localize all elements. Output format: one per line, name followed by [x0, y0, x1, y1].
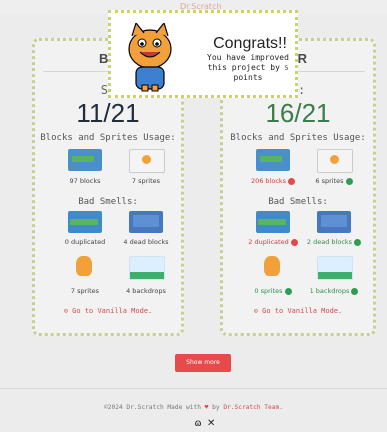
modal-message-line-1: You have improved [207, 53, 289, 62]
social-links: ɷ ✕ [193, 418, 216, 429]
after-sprite-cat-icon [256, 256, 290, 278]
congrats-modal: Congrats!! You have improved this projec… [108, 10, 298, 98]
x-icon[interactable]: ✕ [206, 418, 216, 429]
after-dead-caption: 2 dead blocks [305, 238, 363, 246]
after-vanilla-link[interactable]: ⊙ Go to Vanilla Mode. [223, 307, 373, 315]
before-usage-title: Blocks and Sprites Usage: [40, 133, 176, 143]
check-icon [354, 238, 362, 246]
after-backdrop-icon [317, 256, 353, 280]
before-vanilla-link-label: Go to Vanilla Mode. [72, 307, 153, 315]
after-sprites2-caption-text: 0 sprites [254, 287, 283, 295]
after-smells-title: Bad Smells: [268, 197, 328, 207]
modal-message-line-2: this project by 5 [193, 63, 303, 72]
before-sprites-icon [129, 149, 165, 173]
before-duplicated-icon [68, 211, 102, 233]
after-duplicated-caption-text: 2 duplicated [248, 238, 289, 246]
after-dead-icon [317, 211, 351, 233]
check-icon [284, 287, 292, 295]
after-blocks-caption: 206 blocks [244, 177, 302, 185]
after-sprites-icon [317, 149, 353, 173]
before-sprites-caption: 7 sprites [131, 177, 161, 185]
after-duplicated-icon [256, 211, 290, 233]
after-blocks-icon [256, 149, 290, 171]
before-vanilla-link[interactable]: ⊙ Go to Vanilla Mode. [35, 307, 181, 315]
after-dead-caption-text: 2 dead blocks [306, 238, 353, 246]
after-blocks-caption-text: 206 blocks [250, 177, 287, 185]
before-backdrops-caption: 4 backdrops [126, 287, 166, 295]
before-score: 11/21 [76, 98, 140, 128]
after-sprites-caption-text: 6 sprites [315, 177, 344, 185]
heart-icon: ♥ [204, 404, 209, 411]
before-backdrop-icon [129, 256, 165, 280]
cat-mascot-icon [128, 23, 172, 92]
after-duplicated-caption: 2 duplicated [244, 238, 302, 246]
after-sprites-caption: 6 sprites [305, 177, 363, 185]
before-blocks-caption: 97 blocks [69, 177, 101, 185]
eye-icon: ⊙ [63, 307, 68, 315]
modal-message-line-3: points [233, 73, 263, 82]
after-backdrops-caption-text: 1 backdrops [309, 287, 350, 295]
before-sprite-cat-icon [68, 256, 102, 278]
modal-title: Congrats!! [213, 35, 287, 52]
modal-points-value: 5 [284, 65, 289, 72]
footer-by: by [212, 404, 220, 411]
eye-icon: ⊙ [253, 307, 258, 315]
before-sprites2-caption: 7 sprites [70, 287, 100, 295]
before-dead-caption: 4 dead blocks [123, 238, 169, 246]
show-more-button[interactable]: Show more [175, 354, 231, 372]
after-vanilla-link-label: Go to Vanilla Mode. [262, 307, 343, 315]
before-blocks-icon [68, 149, 102, 171]
footer-text: ©2024 Dr.Scratch Made with ♥ by Dr.Scrat… [0, 404, 387, 411]
check-icon [345, 177, 353, 185]
after-usage-title: Blocks and Sprites Usage: [230, 133, 366, 143]
modal-message-prefix: this project by [207, 63, 280, 72]
warning-icon [288, 177, 296, 185]
before-duplicated-caption: 0 duplicated [64, 238, 106, 246]
github-icon[interactable]: ɷ [193, 418, 203, 429]
before-dead-icon [129, 211, 163, 233]
footer-divider [0, 388, 387, 389]
check-icon [351, 287, 359, 295]
after-sprites2-caption: 0 sprites [244, 287, 302, 295]
footer-team-link[interactable]: Dr.Scratch Team. [223, 404, 283, 411]
after-score: 16/21 [265, 98, 331, 128]
before-smells-title: Bad Smells: [78, 197, 138, 207]
warning-icon [290, 238, 298, 246]
after-backdrops-caption: 1 backdrops [305, 287, 363, 295]
footer-prefix: ©2024 Dr.Scratch Made with [104, 404, 201, 411]
